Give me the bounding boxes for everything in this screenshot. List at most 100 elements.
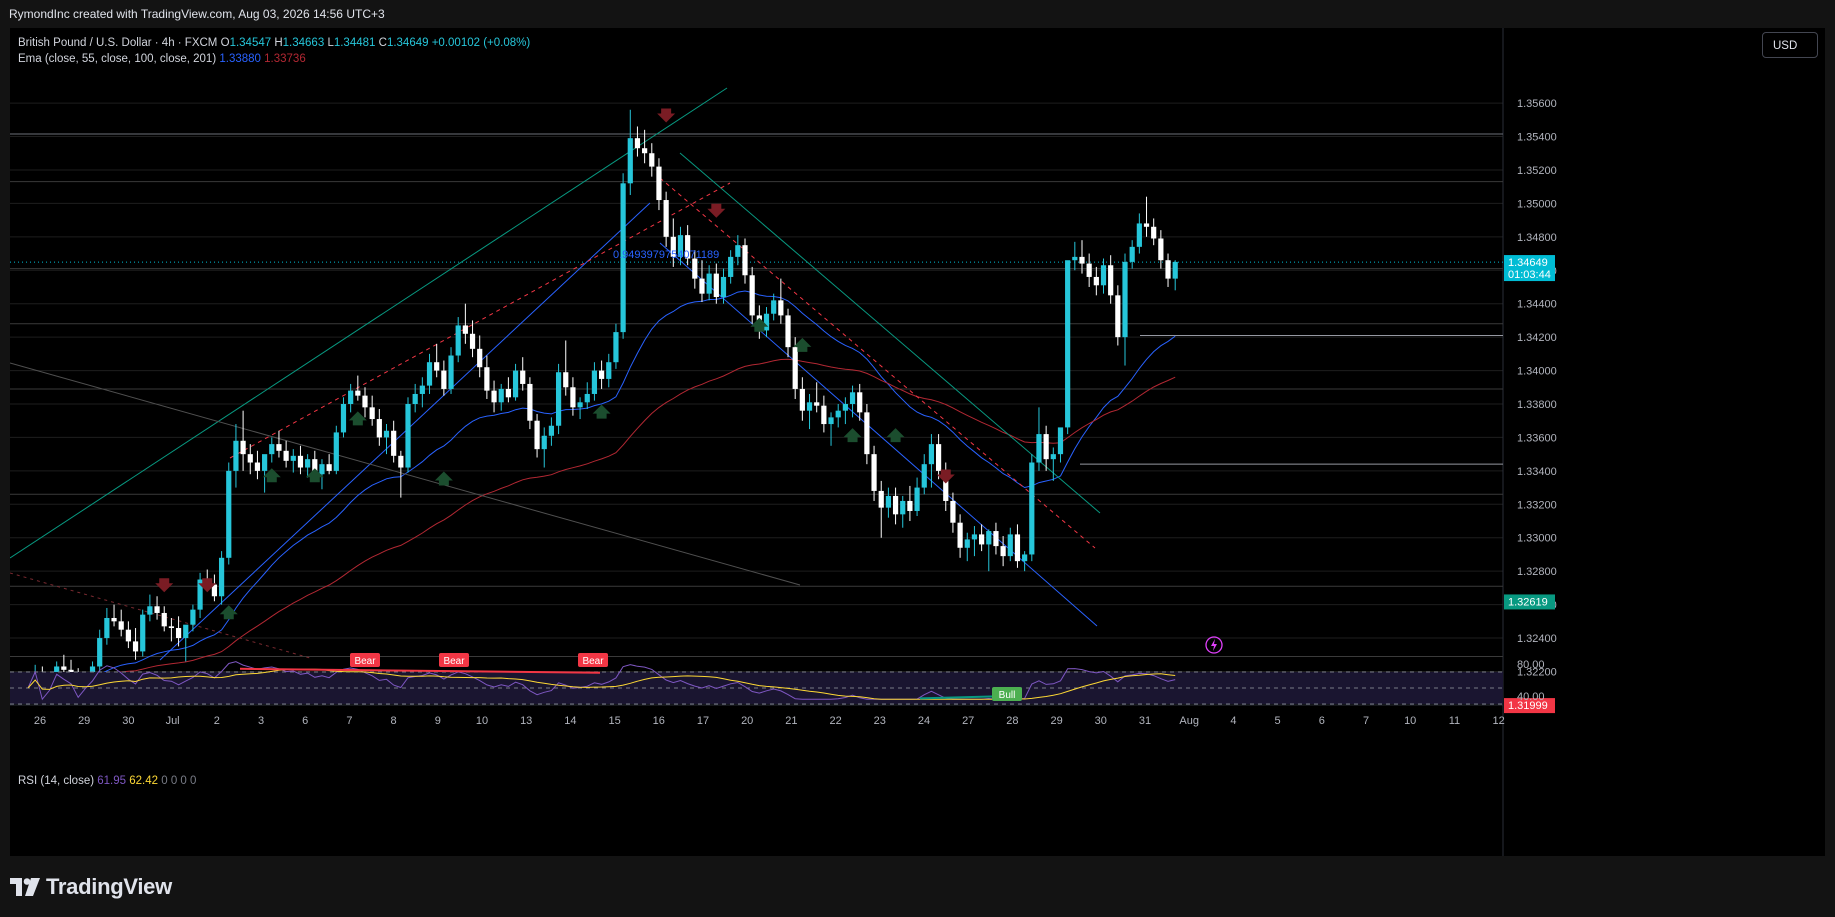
time-tick-label: 30 xyxy=(1095,715,1107,727)
candle-body xyxy=(269,444,275,455)
candle-body xyxy=(778,300,784,316)
rsi-legend: RSI (14, close) 61.95 62.42 0 0 0 0 xyxy=(18,775,196,787)
candle-body xyxy=(864,412,870,455)
candle-body xyxy=(326,464,332,471)
candle-body xyxy=(283,450,289,461)
price-tick-label: 1.34000 xyxy=(1517,366,1557,378)
candle-body xyxy=(469,333,476,349)
candle-body xyxy=(642,148,648,154)
candle-body xyxy=(821,405,827,425)
chart-area[interactable]: 1.35600 1.35400 1.35200 1.35000 1.34800 1.346… xyxy=(10,28,1825,856)
candle-body xyxy=(720,276,727,298)
candle-body xyxy=(1165,260,1171,279)
symbol-name[interactable]: British Pound / U.S. Dollar · 4h · FXCM xyxy=(18,37,217,49)
candle-body xyxy=(541,435,547,450)
trend-line xyxy=(10,362,801,586)
candle-body xyxy=(534,420,540,450)
candle-body xyxy=(441,370,447,389)
time-tick-label: 23 xyxy=(874,715,886,727)
candle-body xyxy=(763,313,770,331)
time-tick-label: 11 xyxy=(1449,715,1460,727)
footer-bar: TradingView xyxy=(0,856,1835,917)
currency-button[interactable]: USD xyxy=(1762,32,1818,58)
time-tick-label: 22 xyxy=(829,715,841,727)
countdown-label-text: 01:03:44 xyxy=(1508,269,1551,281)
buy-arrow-icon xyxy=(886,428,905,443)
candle-body xyxy=(398,455,404,468)
candle-body xyxy=(828,417,834,425)
rsi-tick-label: 80.00 xyxy=(1517,659,1545,671)
candle-body xyxy=(512,370,519,398)
candle-body xyxy=(857,392,863,413)
candle-body xyxy=(835,410,841,418)
time-tick-label: 5 xyxy=(1275,715,1281,727)
candle-body xyxy=(348,390,354,404)
candle-body xyxy=(118,621,124,630)
candle-body xyxy=(1151,226,1157,239)
candle-body xyxy=(993,531,999,547)
candle-body xyxy=(928,444,935,465)
candle-body xyxy=(333,432,339,471)
candle-body xyxy=(1065,260,1071,428)
candle-body xyxy=(814,402,820,406)
price-chart[interactable]: 1.35600 1.35400 1.35200 1.35000 1.34800 1.346… xyxy=(10,28,1825,856)
candle-body xyxy=(1022,554,1028,562)
rsi-ma-value: 62.42 xyxy=(129,775,159,787)
time-tick-label: 20 xyxy=(741,715,753,727)
candle-body xyxy=(878,490,884,508)
rsi-signal-text: Bear xyxy=(354,656,376,667)
candle-body xyxy=(950,500,956,523)
buy-arrow-icon xyxy=(219,605,238,620)
candle-body xyxy=(907,500,913,511)
candle-body xyxy=(1136,223,1142,247)
ema55-line xyxy=(27,290,1176,680)
candle-body xyxy=(728,256,734,277)
rsi-signal-text: Bear xyxy=(582,656,604,667)
candle-body xyxy=(570,387,576,408)
price-tick-label: 1.34400 xyxy=(1517,299,1557,311)
candle-body xyxy=(405,404,411,468)
buy-arrow-icon xyxy=(348,411,367,426)
time-tick-label: 16 xyxy=(653,715,665,727)
price-tick-label: 1.34200 xyxy=(1517,332,1557,344)
candle-body xyxy=(842,404,848,411)
price-tick-label: 1.34800 xyxy=(1517,232,1557,244)
candle-body xyxy=(520,370,526,384)
candle-body xyxy=(290,455,296,461)
candle-body xyxy=(871,454,877,491)
candle-body xyxy=(1050,454,1056,460)
candle-body xyxy=(218,557,225,597)
time-tick-label: 3 xyxy=(258,715,264,727)
time-tick-label: 14 xyxy=(564,715,576,727)
sell-arrow-icon xyxy=(155,578,174,593)
brand-name: TradingView xyxy=(46,874,172,899)
tradingview-logo[interactable]: TradingView xyxy=(10,874,172,900)
candle-body xyxy=(663,200,669,237)
candle-body xyxy=(462,325,468,334)
candle-body xyxy=(563,372,569,388)
attribution-text: RymondInc created with TradingView.com, … xyxy=(9,7,385,21)
candle-body xyxy=(484,367,490,391)
candle-body xyxy=(979,534,985,545)
candle-body xyxy=(254,462,261,471)
rsi-value: 61.95 xyxy=(97,775,127,787)
ema-indicator-label[interactable]: Ema (close, 55, close, 100, close, 201) xyxy=(18,53,216,65)
candle-body xyxy=(706,273,712,294)
candle-body xyxy=(1108,265,1114,296)
sell-arrow-icon xyxy=(657,108,676,123)
price-tick-label: 1.35200 xyxy=(1517,165,1557,177)
time-tick-label: 15 xyxy=(608,715,620,727)
candle-body xyxy=(1043,434,1049,460)
low-value: 1.34481 xyxy=(333,37,376,49)
change-value: +0.00102 (+0.08%) xyxy=(431,37,531,49)
rsi-signal-text: Bear xyxy=(443,656,465,667)
time-tick-label: 29 xyxy=(78,715,90,727)
candle-body xyxy=(448,355,454,389)
rsi-indicator-label[interactable]: RSI (14, close) xyxy=(18,775,94,787)
rsi-zero-values: 0 0 0 0 xyxy=(161,775,197,787)
candle-body xyxy=(1014,534,1021,562)
candle-body xyxy=(606,362,612,379)
price-tick-label: 1.33400 xyxy=(1517,466,1557,478)
candle-body xyxy=(892,495,899,515)
time-tick-label: 6 xyxy=(1319,715,1325,727)
